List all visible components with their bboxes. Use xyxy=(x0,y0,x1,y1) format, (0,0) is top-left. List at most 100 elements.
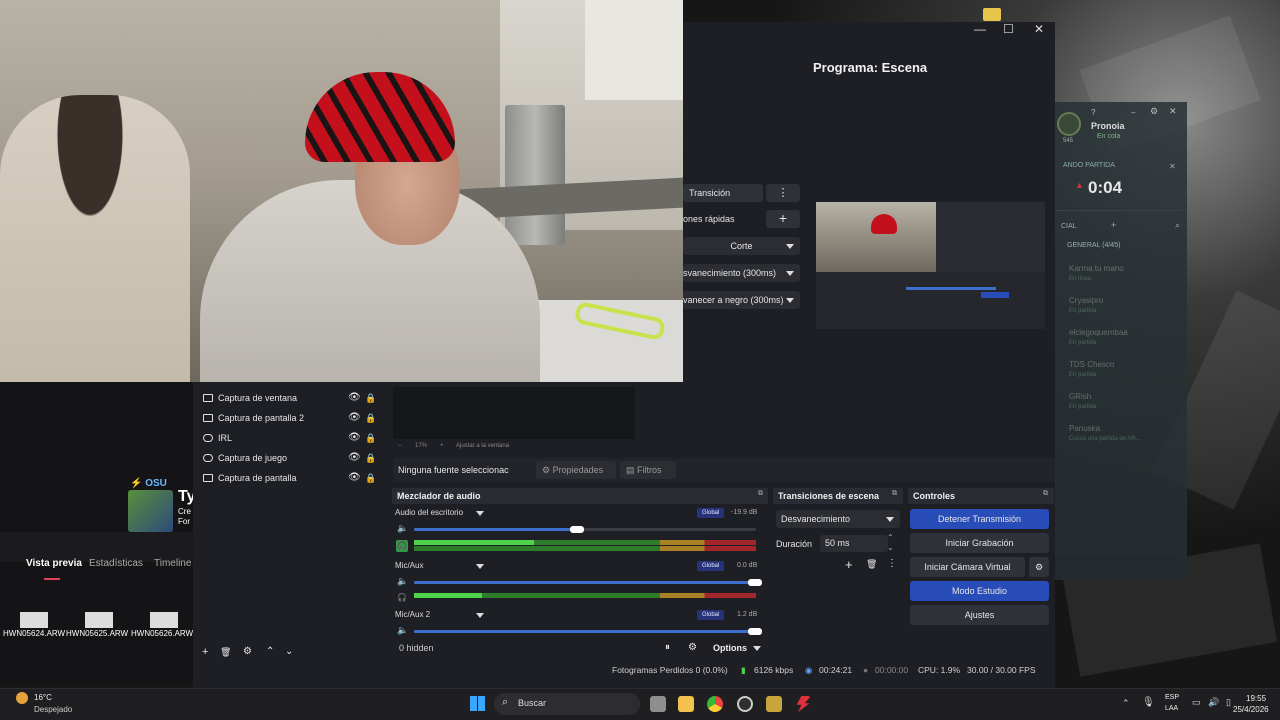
settings-icon[interactable]: ⚙ xyxy=(688,642,697,653)
search-icon[interactable]: ⌕ xyxy=(1175,220,1180,231)
volume-track[interactable] xyxy=(414,581,756,584)
source-item[interactable]: Captura de juego 👁 🔒 xyxy=(203,449,376,467)
file-label[interactable]: HWN05625.ARW xyxy=(66,629,128,638)
speaker-icon[interactable]: 🔈 xyxy=(397,576,408,587)
undock-icon[interactable]: ⧉ xyxy=(1043,490,1048,498)
chevron-down-icon[interactable] xyxy=(753,646,761,651)
hidden-count[interactable]: 0 hidden xyxy=(399,643,434,653)
source-item[interactable]: Captura de pantalla 2 👁 🔒 xyxy=(203,409,376,427)
file-label[interactable]: HWN05626.ARW xyxy=(131,629,193,638)
folder-icon[interactable] xyxy=(983,8,1001,21)
speaker-icon[interactable]: 🔈 xyxy=(397,625,408,636)
properties-button[interactable]: ⚙ Propiedades xyxy=(536,461,616,479)
maximize-button[interactable]: ☐ xyxy=(1003,22,1014,36)
lock-icon[interactable]: 🔒 xyxy=(365,429,376,447)
obs-icon[interactable] xyxy=(737,696,753,712)
start-virtual-camera-button[interactable]: Iniciar Cámara Virtual xyxy=(910,557,1025,577)
transition-select[interactable]: Desvanecimiento xyxy=(776,510,900,528)
volume-slider[interactable] xyxy=(570,526,585,533)
options-button[interactable]: Options xyxy=(713,643,747,653)
minimize-icon[interactable]: – xyxy=(1131,108,1135,117)
duration-input[interactable]: 50 ms xyxy=(820,535,888,552)
transition-fade-black[interactable]: vanecer a negro (300ms) xyxy=(683,291,800,309)
weather-temp[interactable]: 16°C xyxy=(34,693,52,702)
close-icon[interactable]: ✕ xyxy=(1169,106,1177,117)
chrome-icon[interactable] xyxy=(707,696,723,712)
league-icon[interactable] xyxy=(766,696,782,712)
chevron-down-icon[interactable] xyxy=(476,613,484,618)
move-up-icon[interactable]: ⌃ xyxy=(266,646,274,657)
friend-name[interactable]: GRish xyxy=(1069,392,1091,401)
tab-statistics[interactable]: Estadísticas xyxy=(89,558,143,569)
eye-icon[interactable]: 👁 xyxy=(348,389,361,407)
microphone-icon[interactable]: 🎙 xyxy=(1142,697,1155,708)
lock-icon[interactable]: 🔒 xyxy=(365,409,376,427)
volume-slider[interactable] xyxy=(748,628,762,635)
zoom-minus-icon[interactable]: − xyxy=(398,443,402,449)
gear-icon[interactable]: ⚙ xyxy=(1150,106,1158,117)
battery-icon[interactable]: ▯ xyxy=(1226,697,1231,708)
undock-icon[interactable]: ⧉ xyxy=(892,490,897,498)
eye-icon[interactable]: 👁 xyxy=(348,469,361,487)
spin-up-icon[interactable]: ⌃ xyxy=(887,533,894,542)
move-down-icon[interactable]: ⌄ xyxy=(285,646,293,657)
add-friend-icon[interactable]: + xyxy=(1111,220,1116,230)
help-icon[interactable]: ? xyxy=(1091,108,1095,117)
language-code[interactable]: ESP xyxy=(1165,694,1179,701)
add-transition-button[interactable]: + xyxy=(845,557,853,572)
transition-fade[interactable]: svanecimiento (300ms) xyxy=(683,264,800,282)
start-recording-button[interactable]: Iniciar Grabación xyxy=(910,533,1049,553)
network-icon[interactable]: ▭ xyxy=(1192,697,1201,708)
eye-icon[interactable]: 👁 xyxy=(348,409,361,427)
zoom-plus-icon[interactable]: + xyxy=(440,443,444,449)
clock-time[interactable]: 19:55 xyxy=(1246,694,1266,703)
source-item[interactable]: Captura de pantalla 👁 🔒 xyxy=(203,469,376,487)
windows-start-icon[interactable] xyxy=(470,696,485,711)
transition-cut[interactable]: Corte xyxy=(683,237,800,255)
headphones-icon[interactable]: 🎧 xyxy=(396,540,408,552)
volume-icon[interactable]: 🔊 xyxy=(1208,697,1219,708)
minimize-button[interactable]: — xyxy=(974,22,986,36)
volume-track[interactable] xyxy=(414,528,756,531)
stop-stream-button[interactable]: Detener Transmisión xyxy=(910,509,1049,529)
source-item[interactable]: IRL 👁 🔒 xyxy=(203,429,376,447)
add-source-button[interactable]: + xyxy=(202,646,208,658)
pause-icon[interactable]: ⏸ xyxy=(665,642,670,653)
chevron-down-icon[interactable] xyxy=(476,564,484,569)
close-button[interactable]: ✕ xyxy=(1034,22,1044,36)
volume-track[interactable] xyxy=(414,630,756,633)
lock-icon[interactable]: 🔒 xyxy=(365,449,376,467)
volume-slider[interactable] xyxy=(748,579,762,586)
fit-window-label[interactable]: Ajustar a la ventana xyxy=(456,443,509,449)
language-layout[interactable]: LAA xyxy=(1165,705,1178,712)
clock-date[interactable]: 25/4/2026 xyxy=(1233,705,1269,714)
friend-name[interactable]: Karma tu mano xyxy=(1069,264,1124,273)
friend-name[interactable]: Cryasipro xyxy=(1069,296,1103,305)
tab-timeline[interactable]: Timeline xyxy=(154,558,191,569)
studio-mode-button[interactable]: Modo Estudio xyxy=(910,581,1049,601)
image-file-icon[interactable] xyxy=(85,612,113,628)
search-box[interactable]: ⌕ Buscar xyxy=(494,693,640,715)
filters-button[interactable]: ▤ Filtros xyxy=(620,461,676,479)
chevron-up-icon[interactable]: ⌃ xyxy=(1122,698,1130,709)
eye-icon[interactable]: 👁 xyxy=(348,449,361,467)
more-icon[interactable]: ⋮ xyxy=(887,558,897,569)
gear-icon[interactable]: ⚙ xyxy=(243,646,252,657)
weather-desc[interactable]: Despejado xyxy=(34,705,72,714)
gear-icon[interactable]: ⚙ xyxy=(1029,557,1049,577)
spin-down-icon[interactable]: ⌄ xyxy=(887,543,894,552)
tab-preview[interactable]: Vista previa xyxy=(26,558,82,569)
source-item[interactable]: Captura de ventana 👁 🔒 xyxy=(203,389,376,407)
undock-icon[interactable]: ⧉ xyxy=(758,490,763,498)
friend-name[interactable]: Panuska xyxy=(1069,424,1100,433)
file-explorer-icon[interactable] xyxy=(678,696,694,712)
file-label[interactable]: HWN05624.ARW xyxy=(3,629,65,638)
task-view-icon[interactable] xyxy=(650,696,666,712)
headphones-icon[interactable]: 🎧 xyxy=(397,593,407,602)
lock-icon[interactable]: 🔒 xyxy=(365,469,376,487)
lock-icon[interactable]: 🔒 xyxy=(365,389,376,407)
image-file-icon[interactable] xyxy=(150,612,178,628)
friend-name[interactable]: TDS Chesco xyxy=(1069,360,1114,369)
close-search-icon[interactable]: ✕ xyxy=(1169,162,1176,171)
transition-menu-button[interactable]: ⋮ xyxy=(766,184,800,202)
